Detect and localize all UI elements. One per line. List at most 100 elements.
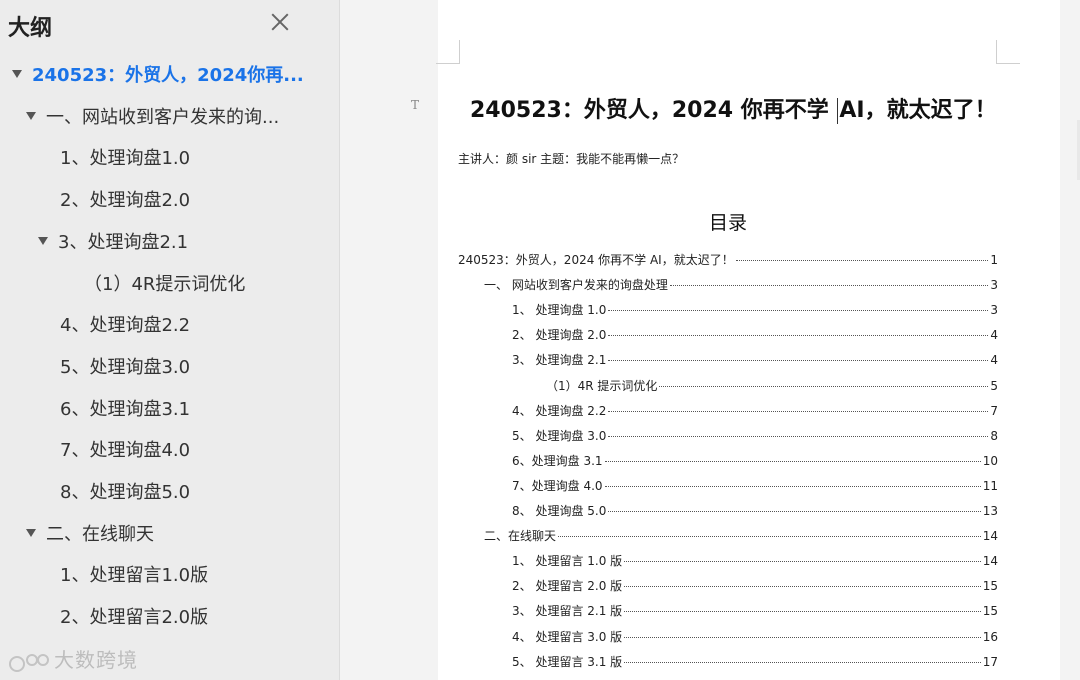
toc-dot-leader (608, 335, 989, 337)
document-area[interactable]: T 240523：外贸人，2024 你再不学 AI，就太迟了！ 主讲人：颜 si… (341, 0, 1080, 680)
expand-triangle-icon[interactable] (12, 70, 22, 78)
outline-item[interactable]: 2、处理留言2.0版 (60, 598, 330, 638)
outline-item-label: 3、处理询盘2.1 (58, 231, 189, 253)
toc-page-number: 4 (990, 353, 998, 368)
outline-item[interactable]: （1）4R提示词优化 (84, 265, 330, 305)
document-title[interactable]: 240523：外贸人，2024 你再不学 AI，就太迟了！ (470, 92, 1030, 124)
outline-item-label: 一、网站收到客户发来的询... (46, 106, 280, 128)
toc-entry[interactable]: 一、 网站收到客户发来的询盘处理 3 (484, 276, 998, 296)
outline-item[interactable]: 4、处理询盘2.2 (60, 306, 330, 346)
toc-entry[interactable]: 二、在线聊天 14 (484, 527, 998, 547)
toc-entry[interactable]: 3、 处理留言 2.1 版 15 (512, 602, 998, 622)
toc-entry[interactable]: 4、 处理询盘 2.2 7 (512, 402, 998, 422)
outline-item[interactable]: 8、处理询盘5.0 (60, 473, 330, 513)
toc-dot-leader (604, 485, 981, 487)
toc-entry-text: （1）4R 提示词优化 (546, 378, 658, 393)
toc-dot-leader (735, 260, 989, 261)
title-text-end: AI，就太迟了！ (839, 98, 997, 123)
toc-entry-text: 5、 处理留言 3.1 版 (512, 654, 623, 669)
document-subtitle[interactable]: 主讲人：颜 sir 主题：我能不能再懒一点？ (458, 150, 684, 167)
toc-dot-leader (624, 636, 981, 638)
toc-entry[interactable]: 2、 处理留言 2.0 版 15 (512, 577, 998, 597)
toc-entry-text: 3、 处理询盘 2.1 (512, 353, 607, 368)
toc-entry[interactable]: 8、 处理询盘 5.0 13 (512, 502, 998, 522)
outline-item[interactable]: 一、网站收到客户发来的询... (26, 98, 330, 138)
outline-item-label: （1）4R提示词优化 (84, 273, 246, 295)
outline-item[interactable]: 5、处理询盘3.0 (60, 348, 330, 388)
toc-dot-leader (608, 310, 989, 312)
outline-item[interactable]: 240523：外贸人，2024你再... (12, 56, 330, 96)
expand-triangle-icon[interactable] (26, 528, 36, 537)
toc-entry-text: 6、处理询盘 3.1 (512, 453, 603, 468)
outline-item-label: 1、处理询盘1.0 (60, 148, 191, 170)
toc-page-number: 13 (982, 504, 998, 518)
toc-page-number: 8 (990, 428, 998, 443)
toc-page-number: 17 (982, 654, 998, 669)
toc-dot-leader (624, 561, 981, 563)
toc-page-number: 11 (982, 478, 998, 493)
outline-item[interactable]: 7、处理询盘4.0 (60, 431, 330, 471)
outline-item-label: 2、处理留言2.0版 (60, 607, 209, 629)
expand-triangle-icon[interactable] (38, 236, 48, 245)
outline-sidebar: 大纲 240523：外贸人，2024你再... 一、网站收到客户发来的询... 1、… (0, 0, 340, 680)
toc-page-number: 15 (982, 604, 998, 619)
toc-entry[interactable]: 1、 处理询盘 1.0 3 (512, 301, 998, 321)
outline-item-label: 5、处理询盘3.0 (60, 356, 191, 378)
toc-entry-text: 8、 处理询盘 5.0 (512, 504, 607, 518)
toc-entry-text: 4、 处理询盘 2.2 (512, 403, 607, 418)
toc-page-number: 7 (990, 403, 998, 418)
outline-item[interactable]: 6、处理询盘3.1 (60, 390, 330, 430)
toc-page-number: 16 (982, 629, 998, 644)
toc-dot-leader (659, 385, 989, 387)
document-page[interactable]: T 240523：外贸人，2024 你再不学 AI，就太迟了！ 主讲人：颜 si… (411, 0, 1060, 680)
toc-page-number: 14 (982, 554, 998, 569)
toc-dot-leader (624, 661, 981, 663)
outline-item[interactable]: 2、处理询盘2.0 (60, 181, 330, 221)
outline-item[interactable]: 1、处理留言1.0版 (60, 556, 330, 596)
toc-entry[interactable]: 6、处理询盘 3.1 10 (512, 452, 998, 472)
page-corner-mark (996, 40, 1020, 64)
toc-page-number: 15 (982, 579, 998, 594)
outline-item-label: 7、处理询盘4.0 (60, 440, 191, 462)
expand-triangle-icon[interactable] (26, 111, 36, 120)
watermark-text: 大数跨境 (54, 648, 138, 672)
toc-entry[interactable]: （1）4R 提示词优化 5 (546, 377, 998, 397)
toc-entry[interactable]: 5、 处理询盘 3.0 8 (512, 427, 998, 447)
toc-entry-text: 3、 处理留言 2.1 版 (512, 604, 623, 619)
toc-dot-leader (669, 285, 989, 287)
toc-dot-leader (624, 586, 981, 588)
toc-entry[interactable]: 5、 处理留言 3.1 版 17 (512, 653, 998, 673)
toc-entry[interactable]: 2、 处理询盘 2.0 4 (512, 326, 998, 346)
toc-entry[interactable]: 1、 处理留言 1.0 版 14 (512, 552, 998, 572)
toc-entry[interactable]: 240523：外贸人，2024 你再不学 AI，就太迟了！ 1 (458, 251, 998, 271)
outline-item[interactable]: 1、处理询盘1.0 (60, 139, 330, 179)
outline-item[interactable]: 3、处理询盘2.1 (38, 223, 330, 263)
title-text-start: 240523：外贸人，2024 你再不学 (470, 98, 837, 123)
toc-heading[interactable]: 目录 (458, 208, 998, 235)
toc-entry-text: 2、 处理询盘 2.0 (512, 328, 607, 343)
watermark: 大数跨境 (8, 644, 138, 674)
sidebar-header: 大纲 (0, 0, 339, 50)
outline-item-label: 4、处理询盘2.2 (60, 315, 191, 337)
text-style-marker: T (411, 98, 420, 112)
toc-page-number: 3 (990, 303, 998, 318)
toc-entry-text: 一、 网站收到客户发来的询盘处理 (484, 278, 668, 293)
sidebar-title: 大纲 (8, 16, 53, 41)
toc-entry[interactable]: 3、 处理询盘 2.1 4 (512, 351, 998, 371)
toc-entry[interactable]: 7、处理询盘 4.0 11 (512, 477, 998, 497)
toc-dot-leader (624, 611, 981, 613)
outline-item-label: 6、处理询盘3.1 (60, 398, 191, 420)
toc-entry-text: 1、 处理询盘 1.0 (512, 303, 607, 318)
toc-entry-text: 7、处理询盘 4.0 (512, 478, 603, 493)
toc-entry-text: 4、 处理留言 3.0 版 (512, 629, 623, 644)
toc-entry-text: 2、 处理留言 2.0 版 (512, 579, 623, 594)
toc-page-number: 3 (990, 278, 998, 293)
close-icon[interactable] (266, 8, 294, 36)
toc-entry-text: 5、 处理询盘 3.0 (512, 428, 607, 443)
watermark-logo-icon (9, 653, 49, 672)
toc-page-number: 4 (990, 328, 998, 343)
toc-page-number: 5 (990, 378, 998, 393)
outline-item[interactable]: 二、在线聊天 (26, 515, 330, 555)
toc-entry[interactable]: 4、 处理留言 3.0 版 16 (512, 628, 998, 648)
toc-dot-leader (608, 435, 989, 437)
